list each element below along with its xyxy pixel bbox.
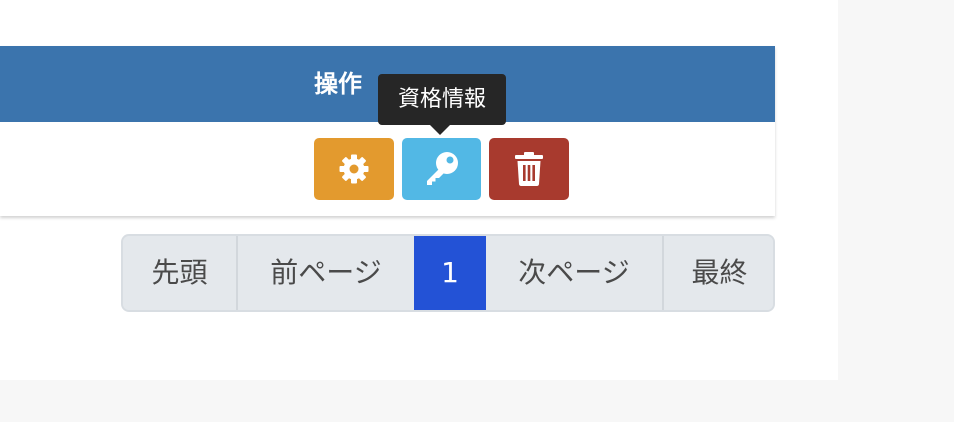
delete-button[interactable] [489,138,569,200]
credentials-button[interactable] [402,138,481,200]
tooltip-arrow [430,125,450,135]
credentials-tooltip: 資格情報 [378,74,506,125]
gear-icon [337,152,371,186]
actions-column-header: 操作 [314,70,362,98]
trash-icon [513,151,545,187]
content-panel: 操作 資格情報 先頭 前ページ 1 次ページ 最終 [0,0,838,380]
table-card: 操作 [0,46,775,216]
pagination: 先頭 前ページ 1 次ページ 最終 [121,234,775,312]
table-row [0,122,775,216]
pagination-last[interactable]: 最終 [662,236,773,310]
pagination-first[interactable]: 先頭 [123,236,236,310]
pagination-current-page[interactable]: 1 [414,236,486,310]
settings-button[interactable] [314,138,394,200]
key-icon [423,150,461,188]
pagination-prev[interactable]: 前ページ [236,236,414,310]
pagination-next[interactable]: 次ページ [486,236,662,310]
